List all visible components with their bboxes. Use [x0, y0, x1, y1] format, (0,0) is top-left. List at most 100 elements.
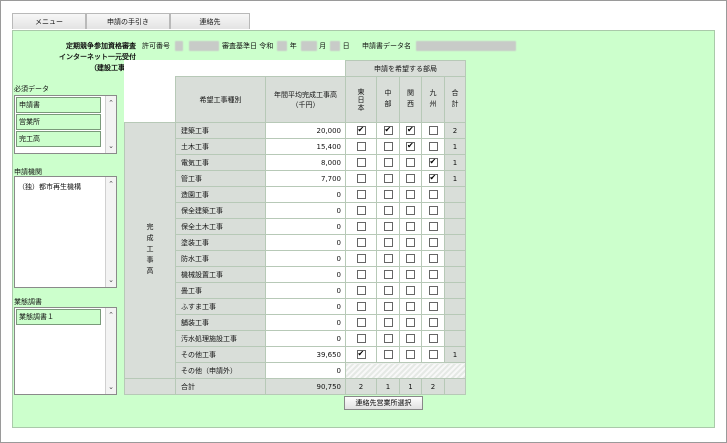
checkbox-kansai[interactable]	[406, 254, 415, 263]
agency-list[interactable]: （独）都市再生機構 ⌃ ⌄	[14, 176, 117, 288]
checkbox-east[interactable]	[356, 254, 366, 263]
page-title: 定期競争参加資格審査 インターネット一元受付 （建設工事）	[40, 41, 136, 74]
chevron-down-icon[interactable]: ⌄	[106, 382, 116, 392]
checkbox-kyushu[interactable]	[428, 174, 438, 183]
permit-number-field: 許可番号	[142, 41, 220, 51]
checkbox-kansai[interactable]	[406, 206, 415, 215]
checkbox-east[interactable]	[356, 334, 366, 343]
checkbox-east[interactable]	[356, 174, 366, 183]
checkbox-kyushu[interactable]	[428, 158, 438, 167]
checkbox-chubu[interactable]	[383, 350, 393, 359]
checkbox-kansai[interactable]	[406, 142, 415, 151]
region-cell-east	[345, 314, 377, 331]
checkbox-chubu[interactable]	[383, 222, 393, 231]
region-cell-kansai	[399, 122, 422, 139]
region-cell-kyushu	[421, 314, 445, 331]
checkbox-kyushu[interactable]	[428, 254, 438, 263]
checkbox-chubu[interactable]	[383, 142, 393, 151]
checkbox-kyushu[interactable]	[428, 302, 438, 311]
checkbox-kyushu[interactable]	[428, 238, 438, 247]
work-type-name: 管工事	[175, 170, 266, 187]
required-item-completed-works[interactable]: 完工高	[16, 131, 101, 147]
select-contact-office-button[interactable]: 連絡先営業所選択	[344, 396, 423, 410]
table-row: 電気工事8,000 1	[125, 154, 466, 171]
checkbox-chubu[interactable]	[383, 126, 393, 135]
survey-list[interactable]: 業態調書１ ⌃ ⌄	[14, 307, 117, 395]
agency-list-scrollbar[interactable]: ⌃ ⌄	[105, 177, 116, 287]
page-title-line-2: インターネット一元受付	[59, 53, 136, 61]
chevron-up-icon[interactable]: ⌃	[106, 179, 116, 189]
checkbox-chubu[interactable]	[383, 174, 393, 183]
region-cell-east	[345, 122, 377, 139]
region-cell-kyushu	[421, 298, 445, 315]
checkbox-east[interactable]	[356, 126, 366, 135]
chevron-up-icon[interactable]: ⌃	[106, 310, 116, 320]
required-item-application[interactable]: 申請書	[16, 97, 101, 113]
work-amount: 39,650	[265, 346, 346, 363]
chevron-down-icon[interactable]: ⌄	[106, 141, 116, 151]
chevron-up-icon[interactable]: ⌃	[106, 98, 116, 108]
checkbox-east[interactable]	[356, 286, 366, 295]
row-total	[444, 202, 466, 219]
checkbox-chubu[interactable]	[383, 238, 393, 247]
required-data-list[interactable]: 申請書 営業所 完工高 ⌃ ⌄	[14, 95, 117, 154]
chevron-down-icon[interactable]: ⌄	[106, 275, 116, 285]
checkbox-kansai[interactable]	[406, 270, 415, 279]
checkbox-kansai[interactable]	[406, 350, 415, 359]
checkbox-east[interactable]	[356, 190, 366, 199]
checkbox-kansai[interactable]	[406, 238, 415, 247]
checkbox-east[interactable]	[356, 270, 366, 279]
work-amount: 0	[265, 282, 346, 299]
survey-list-scrollbar[interactable]: ⌃ ⌄	[105, 308, 116, 394]
checkbox-kansai[interactable]	[406, 318, 415, 327]
tab-menu[interactable]: メニュー	[12, 13, 86, 29]
checkbox-east[interactable]	[356, 158, 366, 167]
checkbox-kyushu[interactable]	[428, 350, 438, 359]
checkbox-chubu[interactable]	[383, 206, 393, 215]
table-row-sum: 合計 90,750 2 1 1 2	[124, 378, 466, 395]
checkbox-east[interactable]	[356, 206, 366, 215]
tab-contact[interactable]: 連絡先	[170, 13, 250, 29]
checkbox-east[interactable]	[356, 302, 366, 311]
work-amount: 0	[265, 202, 346, 219]
agency-item-ur[interactable]: （独）都市再生機構	[16, 180, 101, 196]
checkbox-kyushu[interactable]	[428, 222, 438, 231]
checkbox-kyushu[interactable]	[428, 286, 438, 295]
region-cell-kyushu	[421, 346, 445, 363]
checkbox-kansai[interactable]	[406, 334, 415, 343]
checkbox-east[interactable]	[356, 318, 366, 327]
checkbox-chubu[interactable]	[383, 190, 393, 199]
checkbox-east[interactable]	[356, 222, 366, 231]
checkbox-kansai[interactable]	[406, 222, 415, 231]
checkbox-chubu[interactable]	[383, 334, 393, 343]
checkbox-kyushu[interactable]	[428, 190, 438, 199]
checkbox-chubu[interactable]	[383, 270, 393, 279]
checkbox-east[interactable]	[356, 142, 366, 151]
required-list-scrollbar[interactable]: ⌃ ⌄	[105, 96, 116, 153]
tab-application-guide[interactable]: 申請の手引き	[86, 13, 170, 29]
checkbox-kyushu[interactable]	[428, 318, 438, 327]
checkbox-east[interactable]	[356, 238, 366, 247]
required-item-office[interactable]: 営業所	[16, 114, 101, 130]
checkbox-chubu[interactable]	[383, 254, 393, 263]
checkbox-chubu[interactable]	[383, 302, 393, 311]
checkbox-kansai[interactable]	[406, 190, 415, 199]
checkbox-kyushu[interactable]	[428, 270, 438, 279]
checkbox-chubu[interactable]	[383, 286, 393, 295]
checkbox-chubu[interactable]	[383, 158, 393, 167]
checkbox-kansai[interactable]	[406, 158, 415, 167]
checkbox-kansai[interactable]	[406, 286, 415, 295]
checkbox-kyushu[interactable]	[428, 334, 438, 343]
survey-item-1[interactable]: 業態調書１	[16, 309, 101, 325]
checkbox-kyushu[interactable]	[428, 206, 438, 215]
checkbox-kyushu[interactable]	[428, 126, 438, 135]
checkbox-kansai[interactable]	[406, 302, 415, 311]
checkbox-kyushu[interactable]	[428, 142, 438, 151]
table-row: 保全土木工事 0	[125, 218, 466, 235]
checkbox-east[interactable]	[356, 350, 366, 359]
region-cell-chubu	[376, 266, 400, 283]
checkbox-kansai[interactable]	[406, 174, 415, 183]
checkbox-chubu[interactable]	[383, 318, 393, 327]
checkbox-kansai[interactable]	[406, 126, 415, 135]
row-total	[444, 218, 466, 235]
